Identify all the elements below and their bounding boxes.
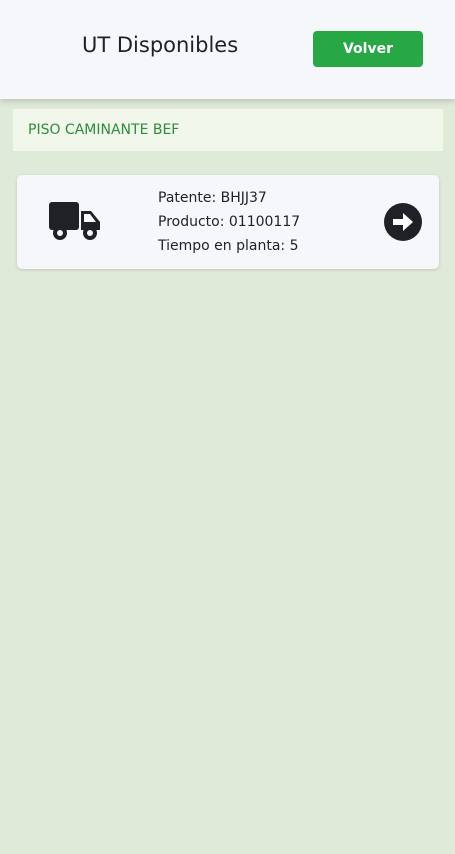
patente-text: Patente: BHJJ37 bbox=[158, 190, 267, 206]
truck-icon bbox=[49, 202, 100, 240]
producto-text: Producto: 01100117 bbox=[158, 214, 301, 230]
header: UT Disponibles Volver bbox=[0, 0, 455, 99]
section-label: PISO CAMINANTE BEF bbox=[28, 122, 180, 138]
arrow-right-circle-icon[interactable] bbox=[383, 202, 423, 242]
section-header: PISO CAMINANTE BEF bbox=[13, 109, 443, 151]
unit-info: Patente: BHJJ37 Producto: 01100117 Tiemp… bbox=[158, 186, 300, 258]
tiempo-text: Tiempo en planta: 5 bbox=[158, 238, 299, 254]
unit-card[interactable]: Patente: BHJJ37 Producto: 01100117 Tiemp… bbox=[17, 175, 439, 269]
page-title: UT Disponibles bbox=[82, 33, 239, 57]
back-button[interactable]: Volver bbox=[313, 31, 423, 67]
